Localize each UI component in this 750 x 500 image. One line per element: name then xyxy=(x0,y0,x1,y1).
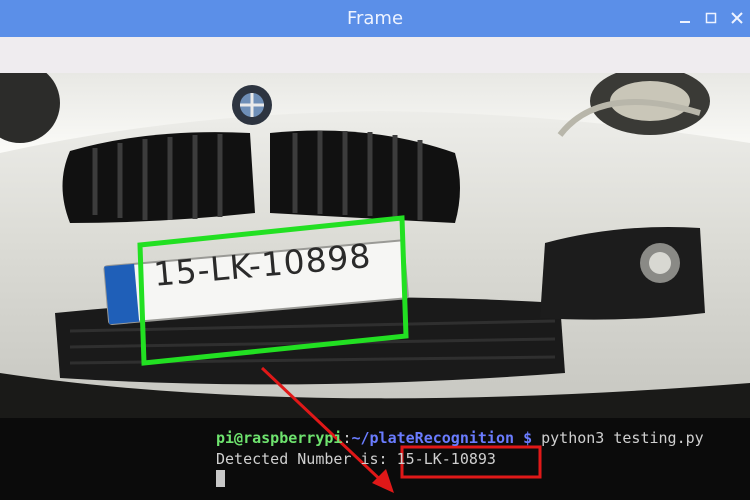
prompt-dollar: $ xyxy=(523,429,533,447)
maximize-button[interactable] xyxy=(702,9,720,27)
minimize-icon xyxy=(680,21,690,23)
terminal-output-line: Detected Number is: 15-LK-10893 xyxy=(216,450,496,468)
terminal-command: python3 testing.py xyxy=(532,429,704,447)
terminal-prompt-line: pi@raspberrypi:~/plateRecognition $ pyth… xyxy=(216,429,704,447)
window-title: Frame xyxy=(346,8,404,29)
result-label: Detected Number is: xyxy=(216,450,397,468)
title-bar: Frame xyxy=(0,0,750,37)
close-icon xyxy=(731,12,743,24)
prompt-user-host: pi@raspberrypi xyxy=(216,429,343,447)
prompt-path: ~/plateRecognition xyxy=(351,429,515,447)
camera-frame: 15-LK-10898 pi@raspberrypi:~/plateRecogn… xyxy=(0,73,750,500)
terminal-cursor xyxy=(216,470,225,487)
result-value: 15-LK-10893 xyxy=(396,450,496,468)
maximize-icon xyxy=(705,12,717,24)
minimize-button[interactable] xyxy=(676,9,694,27)
close-button[interactable] xyxy=(728,9,746,27)
toolbar-area xyxy=(0,37,750,73)
